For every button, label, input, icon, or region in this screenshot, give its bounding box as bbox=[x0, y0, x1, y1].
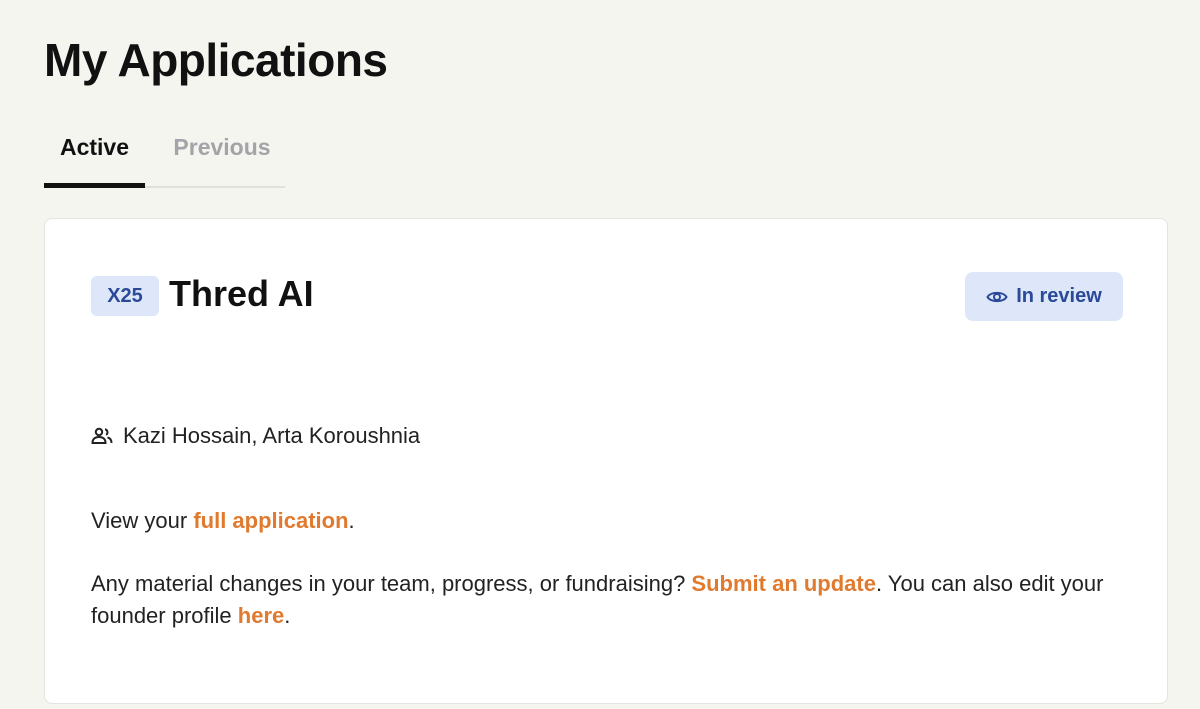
view-application-text: View your full application. bbox=[91, 505, 1131, 537]
company-name: Thred AI bbox=[169, 273, 314, 314]
batch-badge: X25 bbox=[91, 276, 159, 316]
update-prefix: Any material changes in your team, progr… bbox=[91, 571, 692, 596]
people-icon bbox=[91, 427, 123, 445]
full-application-link[interactable]: full application bbox=[193, 508, 348, 533]
founders-row: Kazi Hossain, Arta Koroushnia bbox=[91, 421, 420, 451]
page-title: My Applications bbox=[44, 34, 388, 86]
view-prefix: View your bbox=[91, 508, 194, 533]
application-card: X25 Thred AI In review Kazi Hossain, Art… bbox=[44, 218, 1168, 704]
update-text: Any material changes in your team, progr… bbox=[91, 568, 1131, 632]
founders-names: Kazi Hossain, Arta Koroushnia bbox=[123, 423, 421, 448]
tab-previous[interactable]: Previous bbox=[159, 120, 285, 186]
tab-bar: Active Previous bbox=[44, 120, 285, 188]
tab-active[interactable]: Active bbox=[44, 120, 145, 188]
page: My Applications Active Previous X25 Thre… bbox=[0, 0, 1200, 709]
update-suffix: . bbox=[284, 603, 291, 628]
founder-profile-link[interactable]: here bbox=[238, 603, 284, 628]
eye-icon bbox=[986, 289, 1008, 305]
submit-update-link[interactable]: Submit an update bbox=[691, 571, 876, 596]
status-label: In review bbox=[1016, 285, 1102, 307]
view-suffix: . bbox=[348, 508, 355, 533]
status-badge: In review bbox=[965, 272, 1123, 321]
